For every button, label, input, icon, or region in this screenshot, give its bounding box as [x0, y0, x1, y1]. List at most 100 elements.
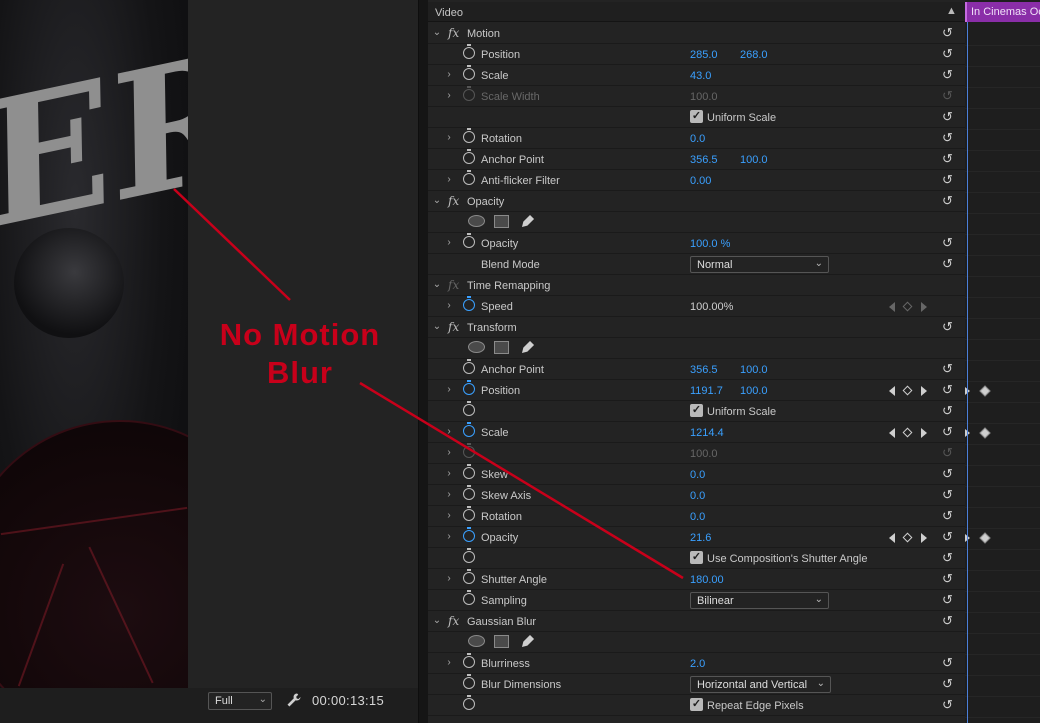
- clip-bar[interactable]: In Cinemas Oct: [965, 2, 1040, 22]
- reset-icon[interactable]: ↺: [942, 425, 956, 439]
- reset-icon[interactable]: ↺: [942, 572, 956, 586]
- fx-icon[interactable]: fx: [448, 614, 459, 628]
- next-keyframe-icon[interactable]: [921, 302, 927, 312]
- effect-timeline[interactable]: In Cinemas Oct: [965, 0, 1040, 723]
- reset-icon[interactable]: ↺: [942, 47, 956, 61]
- reset-icon[interactable]: ↺: [942, 509, 956, 523]
- prev-keyframe-icon[interactable]: [889, 428, 895, 438]
- property-value[interactable]: 356.5: [690, 364, 718, 376]
- next-keyframe-icon[interactable]: [921, 386, 927, 396]
- add-keyframe-icon[interactable]: [902, 301, 913, 312]
- dropdown-row[interactable]: Blur Dimensions Horizontal and Vertical ⌄ ↺: [428, 674, 965, 695]
- stopwatch-icon[interactable]: [463, 296, 475, 311]
- stopwatch-icon[interactable]: [463, 128, 475, 143]
- stopwatch-icon[interactable]: [463, 359, 475, 374]
- chevron-down-icon[interactable]: ⌄: [432, 321, 442, 332]
- property-row[interactable]: Anchor Point 356.5 100.0 ↺: [428, 359, 965, 380]
- keyframe-diamond[interactable]: [979, 385, 991, 397]
- reset-icon[interactable]: ↺: [942, 446, 956, 460]
- checkbox-row[interactable]: ✓ Uniform Scale ↺: [428, 107, 965, 128]
- reset-icon[interactable]: ↺: [942, 320, 956, 334]
- stopwatch-icon[interactable]: [463, 527, 475, 542]
- property-row[interactable]: › Opacity 100.0 % ↺: [428, 233, 965, 254]
- property-value[interactable]: 0.0: [690, 511, 705, 523]
- mask-tools-row[interactable]: [428, 632, 965, 653]
- reset-icon[interactable]: ↺: [942, 257, 956, 271]
- checkbox[interactable]: ✓: [690, 110, 703, 123]
- stopwatch-icon[interactable]: [463, 44, 475, 59]
- stopwatch-icon[interactable]: [463, 233, 475, 248]
- ellipse-mask-icon[interactable]: [468, 341, 485, 353]
- property-row[interactable]: › 100.0 ↺: [428, 443, 965, 464]
- stopwatch-icon[interactable]: [463, 170, 475, 185]
- stopwatch-icon[interactable]: [463, 380, 475, 395]
- keyframe-navigator[interactable]: [887, 301, 937, 313]
- property-row[interactable]: › Position 1191.7 100.0 ↺: [428, 380, 965, 401]
- stopwatch-icon[interactable]: [463, 149, 475, 164]
- property-row[interactable]: › Scale Width 100.0 ↺: [428, 86, 965, 107]
- prev-keyframe-icon[interactable]: [889, 533, 895, 543]
- stopwatch-icon[interactable]: [463, 485, 475, 500]
- property-row[interactable]: › Scale 43.0 ↺: [428, 65, 965, 86]
- stopwatch-icon[interactable]: [463, 590, 475, 605]
- effect-header-row[interactable]: ⌄ fx Transform ↺: [428, 317, 965, 338]
- property-row[interactable]: › Rotation 0.0 ↺: [428, 506, 965, 527]
- effect-header-row[interactable]: ⌄ fx Motion ↺: [428, 23, 965, 44]
- reset-icon[interactable]: ↺: [942, 152, 956, 166]
- reset-icon[interactable]: ↺: [942, 677, 956, 691]
- add-keyframe-icon[interactable]: [902, 385, 913, 396]
- checkbox[interactable]: ✓: [690, 551, 703, 564]
- panel-divider[interactable]: [418, 0, 428, 723]
- add-keyframe-icon[interactable]: [902, 427, 913, 438]
- fx-icon[interactable]: fx: [448, 26, 459, 40]
- reset-icon[interactable]: ↺: [942, 551, 956, 565]
- video-preview[interactable]: ER: [0, 0, 188, 688]
- chevron-right-icon[interactable]: ›: [444, 531, 454, 542]
- stopwatch-icon[interactable]: [463, 65, 475, 80]
- chevron-right-icon[interactable]: ›: [444, 573, 454, 584]
- next-keyframe-icon[interactable]: [921, 428, 927, 438]
- property-row[interactable]: › Anti-flicker Filter 0.00 ↺: [428, 170, 965, 191]
- keyframe-navigator[interactable]: [887, 385, 937, 397]
- stopwatch-icon[interactable]: [463, 548, 475, 563]
- add-keyframe-icon[interactable]: [902, 532, 913, 543]
- property-row[interactable]: › Blurriness 2.0 ↺: [428, 653, 965, 674]
- reset-icon[interactable]: ↺: [942, 530, 956, 544]
- stopwatch-icon[interactable]: [463, 422, 475, 437]
- property-dropdown[interactable]: Bilinear ⌄: [690, 592, 829, 609]
- stopwatch-icon[interactable]: [463, 464, 475, 479]
- property-value[interactable]: 0.0: [690, 490, 705, 502]
- property-value[interactable]: 21.6: [690, 532, 711, 544]
- keyframe-diamond[interactable]: [979, 427, 991, 439]
- property-row[interactable]: › Scale 1214.4 ↺: [428, 422, 965, 443]
- collapse-up-icon[interactable]: ▲: [946, 5, 957, 17]
- dropdown-row[interactable]: Sampling Bilinear ⌄ ↺: [428, 590, 965, 611]
- checkbox[interactable]: ✓: [690, 404, 703, 417]
- property-value[interactable]: 285.0: [690, 49, 718, 61]
- stopwatch-icon[interactable]: [463, 86, 475, 101]
- property-value[interactable]: 0.0: [690, 133, 705, 145]
- reset-icon[interactable]: ↺: [942, 614, 956, 628]
- property-value[interactable]: 100.00%: [690, 301, 733, 313]
- property-value[interactable]: 1214.4: [690, 427, 724, 439]
- property-value[interactable]: 100.0 %: [690, 238, 730, 250]
- prev-keyframe-icon[interactable]: [889, 302, 895, 312]
- property-row[interactable]: › Opacity 21.6 ↺: [428, 527, 965, 548]
- chevron-right-icon[interactable]: ›: [444, 90, 454, 101]
- pen-mask-icon[interactable]: [520, 633, 536, 649]
- effect-header-row[interactable]: ⌄ fx Gaussian Blur ↺: [428, 611, 965, 632]
- reset-icon[interactable]: ↺: [942, 656, 956, 670]
- property-dropdown[interactable]: Horizontal and Vertical ⌄: [690, 676, 831, 693]
- property-value-2[interactable]: 100.0: [740, 364, 768, 376]
- playhead-timecode[interactable]: 00:00:13:15: [312, 693, 384, 708]
- chevron-down-icon[interactable]: ⌄: [432, 279, 442, 290]
- property-value[interactable]: 356.5: [690, 154, 718, 166]
- property-row[interactable]: Position 285.0 268.0 ↺: [428, 44, 965, 65]
- property-value[interactable]: 180.00: [690, 574, 724, 586]
- chevron-down-icon[interactable]: ⌄: [432, 27, 442, 38]
- chevron-right-icon[interactable]: ›: [444, 489, 454, 500]
- property-value[interactable]: 1191.7: [690, 385, 723, 397]
- reset-icon[interactable]: ↺: [942, 593, 956, 607]
- rectangle-mask-icon[interactable]: [494, 215, 509, 228]
- wrench-icon[interactable]: [286, 692, 302, 708]
